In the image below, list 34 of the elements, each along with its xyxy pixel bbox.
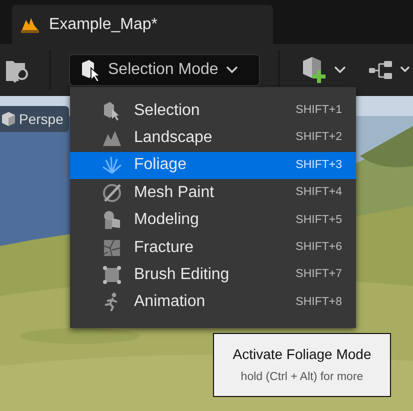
node-tree-icon	[368, 60, 394, 80]
shortcut-label: SHIFT+4	[296, 185, 342, 200]
shortcut-label: SHIFT+2	[296, 130, 342, 146]
document-tab[interactable]: Example_Map*	[12, 5, 273, 44]
perspective-button[interactable]: Perspe	[0, 106, 70, 132]
shortcut-label: SHIFT+5	[296, 212, 342, 228]
menu-item[interactable]: Selection SHIFT+1	[70, 97, 356, 124]
cube-icon	[1, 111, 16, 127]
shortcut-label: SHIFT+1	[296, 103, 342, 118]
cracked-cube-icon	[102, 238, 122, 258]
cube-corners-icon	[102, 265, 122, 286]
tooltip-hint: hold (Ctrl + Alt) for more	[240, 370, 364, 385]
add-cube-icon	[300, 56, 328, 84]
selection-cube-icon	[80, 59, 100, 81]
shortcut-label: SHIFT+6	[296, 240, 342, 256]
shapes-icon	[102, 210, 122, 230]
brush-circle-icon	[102, 182, 122, 203]
level-icon	[21, 16, 39, 32]
menu-item[interactable]: Modeling SHIFT+5	[70, 206, 356, 234]
selection-mode-dropdown[interactable]: Selection Mode	[69, 54, 260, 86]
tooltip-title: Activate Foliage Mode	[232, 344, 372, 364]
menu-item[interactable]: Foliage SHIFT+3	[70, 152, 356, 180]
chevron-icon	[226, 66, 238, 74]
shortcut-label: SHIFT+7	[296, 267, 342, 282]
grass-icon	[102, 155, 122, 176]
shortcut-label: SHIFT+3	[296, 158, 342, 173]
menu-item[interactable]: Animation SHIFT+8	[70, 288, 356, 316]
menu-item[interactable]: Mesh Paint SHIFT+4	[70, 179, 356, 207]
menu-item[interactable]: Brush Editing SHIFT+7	[70, 261, 356, 289]
menu-item[interactable]: Landscape SHIFT+2	[70, 124, 356, 152]
shortcut-label: SHIFT+8	[296, 294, 342, 310]
chevron-icon	[334, 66, 346, 74]
menu-item[interactable]: Fracture SHIFT+6	[70, 234, 356, 262]
chevron-icon	[400, 66, 410, 74]
